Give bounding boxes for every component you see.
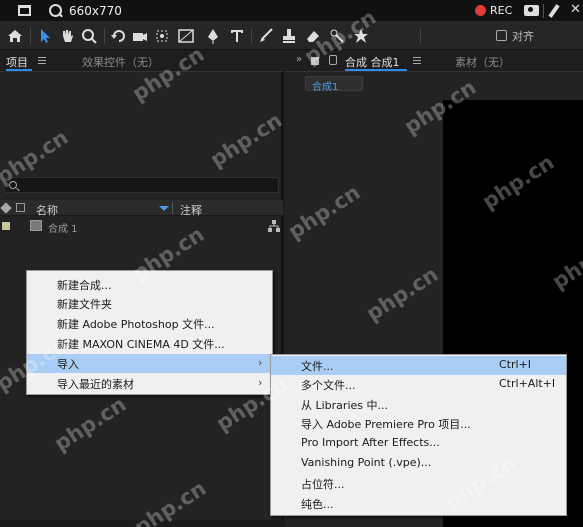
capture-bar: 660x770 REC ✕: [0, 0, 583, 22]
capture-dimensions: 660x770: [69, 3, 122, 18]
menu-item-new-photoshop-file[interactable]: 新建 Adobe Photoshop 文件...: [27, 314, 272, 333]
submenu-item-solid[interactable]: 纯色...: [271, 494, 566, 513]
camera-icon[interactable]: [524, 5, 539, 16]
zoom-tool-icon[interactable]: [80, 27, 98, 45]
panel-arrows-icon[interactable]: »: [296, 54, 302, 65]
submenu-item-label: Vanishing Point (.vpe)...: [301, 456, 432, 469]
submenu-item-label: 导入 Adobe Premiere Pro 项目...: [301, 418, 471, 431]
camera-tool-icon[interactable]: [131, 27, 149, 45]
pen-tool-icon[interactable]: [204, 27, 222, 45]
project-item-row[interactable]: 合成 1: [0, 218, 283, 235]
toolbar-separator: [30, 28, 31, 44]
submenu-arrow-icon: ›: [258, 356, 263, 369]
pan-behind-tool-icon[interactable]: [153, 27, 171, 45]
menu-item-new-folder[interactable]: 新建文件夹: [27, 294, 272, 313]
menu-item-import-recent[interactable]: 导入最近的素材 ›: [27, 374, 272, 393]
panel-close-square-icon[interactable]: [311, 57, 319, 65]
record-dot-icon[interactable]: [475, 5, 486, 16]
lock-icon[interactable]: [329, 55, 337, 65]
tab-project[interactable]: 项目: [6, 54, 32, 71]
composition-panel-tabs: » 合成 合成1 素材（无）: [285, 50, 583, 72]
column-comment[interactable]: 注释: [180, 202, 202, 218]
roto-brush-tool-icon[interactable]: [328, 27, 346, 45]
menu-item-label: 新建文件夹: [57, 298, 112, 311]
brush-tool-icon[interactable]: [257, 27, 275, 45]
submenu-item-label: 文件...: [301, 360, 334, 373]
project-item-name: 合成 1: [48, 224, 78, 235]
hand-tool-icon[interactable]: [58, 27, 76, 45]
capture-separator: [543, 4, 544, 18]
menu-item-import[interactable]: 导入 ›: [27, 354, 272, 373]
type-column-icon[interactable]: [16, 203, 25, 212]
submenu-arrow-icon: ›: [258, 376, 263, 389]
tools-toolbar: 对齐: [0, 22, 583, 50]
clone-stamp-tool-icon[interactable]: [280, 27, 298, 45]
panel-menu-icon[interactable]: [38, 57, 46, 64]
project-panel-footer: [0, 520, 283, 527]
submenu-item-label: 从 Libraries 中...: [301, 399, 388, 412]
toolbar-separator: [104, 28, 105, 44]
menu-item-new-composition[interactable]: 新建合成...: [27, 275, 272, 294]
eraser-tool-icon[interactable]: [304, 27, 322, 45]
submenu-item-from-libraries[interactable]: 从 Libraries 中...: [271, 395, 566, 414]
toolbar-separator: [251, 28, 252, 44]
submenu-item-multiple-files[interactable]: 多个文件... Ctrl+Alt+I: [271, 375, 566, 394]
selection-tool-icon[interactable]: [36, 27, 54, 45]
record-label[interactable]: REC: [490, 4, 512, 17]
tab-footage[interactable]: 素材（无）: [455, 54, 510, 70]
column-separator[interactable]: [172, 202, 173, 214]
search-icon[interactable]: [49, 3, 63, 18]
composition-breadcrumb[interactable]: 合成1: [305, 76, 363, 93]
rotate-tool-icon[interactable]: [110, 27, 128, 45]
label-tag-icon[interactable]: [0, 202, 12, 214]
submenu-item-label: 占位符...: [301, 478, 345, 491]
close-icon[interactable]: ✕: [570, 2, 581, 17]
home-icon[interactable]: [6, 27, 24, 45]
project-search-input[interactable]: [4, 177, 279, 193]
menu-item-new-cinema4d-file[interactable]: 新建 MAXON CINEMA 4D 文件...: [27, 334, 272, 353]
puppet-tool-icon[interactable]: [352, 27, 370, 45]
submenu-item-placeholder[interactable]: 占位符...: [271, 474, 566, 493]
window-icon[interactable]: [18, 5, 31, 16]
menu-item-label: 导入: [57, 358, 79, 371]
project-column-header: 名称 注释: [0, 200, 283, 218]
menu-item-label: 新建 MAXON CINEMA 4D 文件...: [57, 338, 225, 351]
submenu-item-label: 纯色...: [301, 498, 334, 511]
flowchart-icon[interactable]: [268, 220, 280, 232]
project-context-menu: 新建合成... 新建文件夹 新建 Adobe Photoshop 文件... 新…: [26, 270, 273, 395]
pen-icon[interactable]: [548, 4, 560, 18]
menu-item-label: 导入最近的素材: [57, 378, 134, 391]
submenu-item-label: 多个文件...: [301, 379, 356, 392]
toolbar-separator: [420, 28, 421, 44]
submenu-item-premiere-project[interactable]: 导入 Adobe Premiere Pro 项目...: [271, 414, 566, 433]
submenu-item-file[interactable]: 文件... Ctrl+I: [271, 356, 566, 375]
menu-item-label: 新建 Adobe Photoshop 文件...: [57, 318, 215, 331]
shortcut-label: Ctrl+I: [499, 358, 532, 371]
submenu-item-pro-import[interactable]: Pro Import After Effects...: [271, 434, 566, 453]
label-color-swatch[interactable]: [2, 222, 10, 230]
column-name[interactable]: 名称: [36, 202, 58, 218]
menu-item-label: 新建合成...: [57, 279, 112, 292]
shortcut-label: Ctrl+Alt+I: [499, 377, 556, 390]
tab-composition[interactable]: 合成 合成1: [345, 54, 407, 71]
panel-menu-icon[interactable]: [413, 57, 421, 64]
search-icon: [9, 181, 17, 189]
submenu-item-vanishing-point[interactable]: Vanishing Point (.vpe)...: [271, 454, 566, 473]
composition-icon: [30, 220, 42, 231]
align-checkbox[interactable]: [496, 30, 507, 41]
tab-effect-controls[interactable]: 效果控件（无）: [82, 54, 159, 70]
submenu-item-label: Pro Import After Effects...: [301, 436, 440, 449]
project-panel-tabs: 项目 效果控件（无）: [0, 50, 283, 72]
import-submenu: 文件... Ctrl+I 多个文件... Ctrl+Alt+I 从 Librar…: [270, 354, 567, 516]
align-label: 对齐: [512, 30, 534, 43]
sort-descending-icon[interactable]: [159, 206, 169, 211]
mask-tool-icon[interactable]: [177, 27, 195, 45]
type-tool-icon[interactable]: [228, 27, 246, 45]
